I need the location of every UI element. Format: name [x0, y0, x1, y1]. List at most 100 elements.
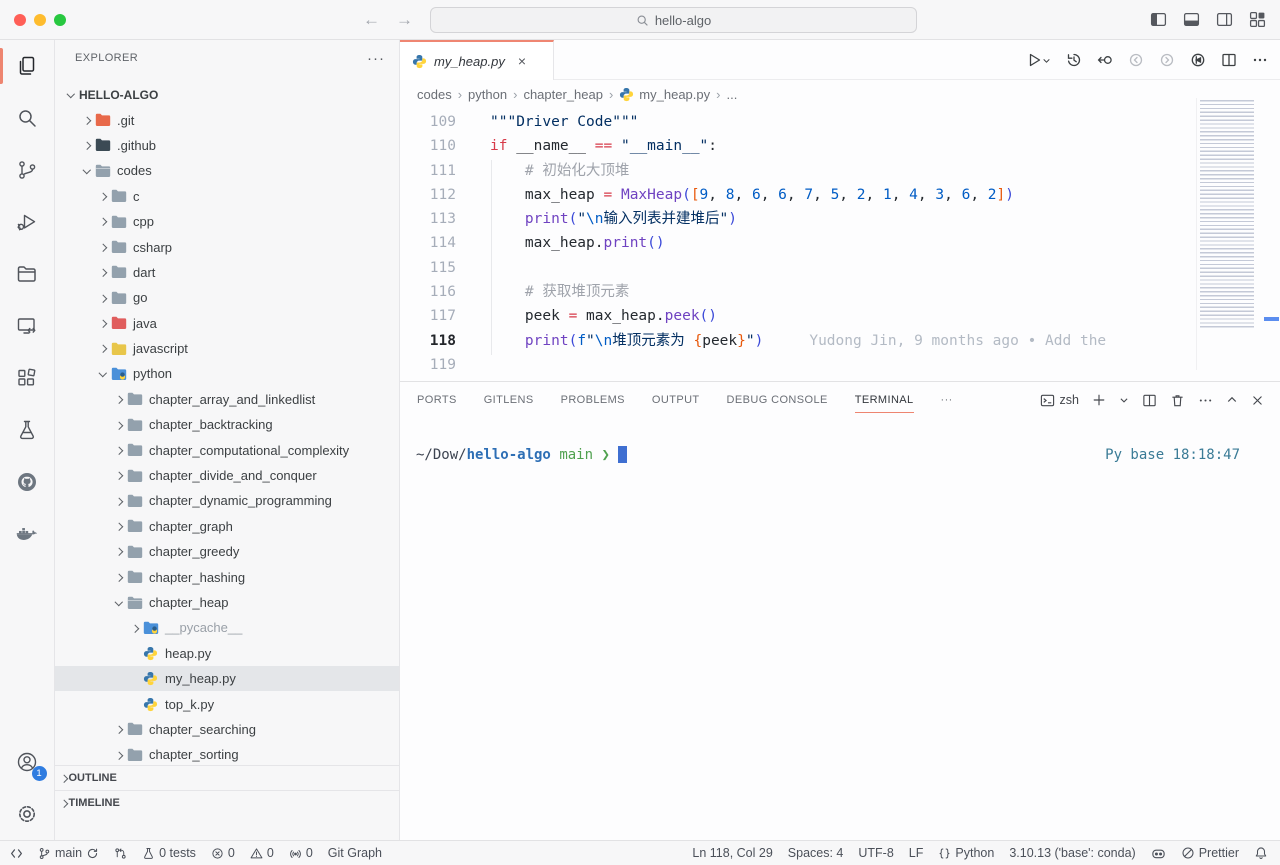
folder-row--github[interactable]: .github [55, 133, 399, 158]
folder-row-chapter-computational-complexity[interactable]: chapter_computational_complexity [55, 437, 399, 462]
testing-icon[interactable] [0, 404, 55, 456]
status-problems-warnings[interactable]: 0 [250, 841, 274, 865]
close-tab-icon[interactable]: × [518, 53, 526, 69]
folder-row-chapter-hashing[interactable]: chapter_hashing [55, 564, 399, 589]
status-copilot[interactable] [1151, 841, 1166, 865]
panel-more-actions-icon[interactable] [1198, 393, 1213, 408]
section-outline[interactable]: OUTLINE [55, 765, 399, 790]
tab-my-heap-py[interactable]: my_heap.py × [400, 40, 554, 80]
folder-row-c[interactable]: c [55, 184, 399, 209]
folder-row-python[interactable]: python [55, 361, 399, 386]
maximize-window-button[interactable] [54, 14, 66, 26]
editor-more-actions-icon[interactable] [1252, 52, 1268, 68]
panel-tab-debug-console[interactable]: DEBUG CONSOLE [727, 382, 828, 418]
command-center-search[interactable]: hello-algo [430, 7, 917, 33]
extensions-icon[interactable] [0, 352, 55, 404]
minimap[interactable] [1196, 98, 1262, 370]
folder-row-chapter-dynamic-programming[interactable]: chapter_dynamic_programming [55, 488, 399, 513]
run-interactive-icon[interactable] [1190, 52, 1206, 68]
run-and-debug-icon[interactable] [0, 196, 55, 248]
timeline-history-icon[interactable] [1066, 52, 1082, 68]
status-encoding[interactable]: UTF-8 [858, 841, 893, 865]
folder-row-chapter-array-and-linkedlist[interactable]: chapter_array_and_linkedlist [55, 387, 399, 412]
status-git-graph[interactable]: Git Graph [328, 841, 382, 865]
folder-row-chapter-searching[interactable]: chapter_searching [55, 717, 399, 742]
status-problems-errors[interactable]: 0 [211, 841, 235, 865]
maximize-panel-icon[interactable] [1226, 394, 1238, 406]
minimize-window-button[interactable] [34, 14, 46, 26]
file-row-heap-py[interactable]: heap.py [55, 641, 399, 666]
accounts-icon[interactable]: 1 [0, 736, 55, 788]
breadcrumb-item[interactable]: python [468, 87, 507, 102]
split-terminal-icon[interactable] [1142, 393, 1157, 408]
folder-row-cpp[interactable]: cpp [55, 209, 399, 234]
folder-row-hello-algo[interactable]: HELLO-ALGO [55, 82, 399, 107]
panel-tab-output[interactable]: OUTPUT [652, 382, 700, 418]
toggle-secondary-sidebar-icon[interactable] [1215, 11, 1233, 29]
breadcrumb-item[interactable]: my_heap.py [619, 87, 710, 102]
terminal-shell-label[interactable]: zsh [1040, 393, 1079, 408]
status-python-interpreter[interactable]: 3.10.13 ('base': conda) [1009, 841, 1135, 865]
folder-row-go[interactable]: go [55, 285, 399, 310]
run-python-file-icon[interactable] [1026, 52, 1051, 68]
window-controls[interactable] [14, 14, 66, 26]
split-editor-icon[interactable] [1221, 52, 1237, 68]
file-row-my-heap-py[interactable]: my_heap.py [55, 666, 399, 691]
previous-change-icon[interactable] [1128, 52, 1144, 68]
panel-more-tabs-icon[interactable]: ··· [941, 382, 953, 418]
docker-icon[interactable] [0, 508, 55, 560]
folder-row-java[interactable]: java [55, 311, 399, 336]
breadcrumb-item[interactable]: codes [417, 87, 452, 102]
terminal[interactable]: ~/Dow/hello-algo main ❯ Py base 18:18:47 [400, 418, 1280, 465]
status-eol[interactable]: LF [909, 841, 924, 865]
folder-row-csharp[interactable]: csharp [55, 234, 399, 259]
folder-row-chapter-graph[interactable]: chapter_graph [55, 514, 399, 539]
status-git-branch[interactable]: main [38, 841, 99, 865]
explorer-icon[interactable] [0, 40, 55, 92]
status-language-mode[interactable]: Python [938, 841, 994, 865]
search-icon[interactable] [0, 92, 55, 144]
kill-terminal-icon[interactable] [1170, 393, 1185, 408]
section-timeline[interactable]: TIMELINE [55, 790, 399, 815]
status-gitlens-compare[interactable] [114, 841, 127, 865]
status-cursor-position[interactable]: Ln 118, Col 29 [692, 841, 772, 865]
next-change-icon[interactable] [1159, 52, 1175, 68]
toggle-panel-icon[interactable] [1182, 11, 1200, 29]
folder-row-chapter-heap[interactable]: chapter_heap [55, 590, 399, 615]
panel-tab-gitlens[interactable]: GITLENS [484, 382, 534, 418]
explorer-more-actions-icon[interactable]: ··· [367, 50, 385, 67]
status-indentation[interactable]: Spaces: 4 [788, 841, 844, 865]
open-changes-icon[interactable] [1097, 52, 1113, 68]
folder-row-chapter-backtracking[interactable]: chapter_backtracking [55, 412, 399, 437]
project-manager-icon[interactable] [0, 248, 55, 300]
toggle-primary-sidebar-icon[interactable] [1149, 11, 1167, 29]
terminal-dropdown-icon[interactable] [1119, 395, 1129, 405]
remote-explorer-icon[interactable] [0, 300, 55, 352]
source-control-icon[interactable] [0, 144, 55, 196]
go-forward-button[interactable]: → [396, 10, 413, 30]
panel-tab-ports[interactable]: PORTS [417, 382, 457, 418]
folder-row-chapter-greedy[interactable]: chapter_greedy [55, 539, 399, 564]
folder-row-javascript[interactable]: javascript [55, 336, 399, 361]
status-tests[interactable]: 0 tests [142, 841, 196, 865]
customize-layout-icon[interactable] [1248, 11, 1266, 29]
new-terminal-icon[interactable] [1092, 393, 1106, 407]
panel-tab-problems[interactable]: PROBLEMS [561, 382, 625, 418]
folder-row--git[interactable]: .git [55, 107, 399, 132]
folder-row-dart[interactable]: dart [55, 260, 399, 285]
status-prettier[interactable]: Prettier [1181, 841, 1239, 865]
go-back-button[interactable]: ← [363, 10, 380, 30]
folder-row-codes[interactable]: codes [55, 158, 399, 183]
close-panel-icon[interactable] [1251, 394, 1264, 407]
status-forwarded-ports[interactable]: 0 [289, 841, 313, 865]
folder-row-chapter-divide-and-conquer[interactable]: chapter_divide_and_conquer [55, 463, 399, 488]
breadcrumb-item[interactable]: ... [726, 87, 737, 102]
code-editor[interactable]: 109110111112113114115116117118119 """Dri… [400, 108, 1280, 381]
settings-icon[interactable] [0, 788, 55, 840]
breadcrumb-item[interactable]: chapter_heap [523, 87, 603, 102]
folder-row-chapter-sorting[interactable]: chapter_sorting [55, 742, 399, 767]
status-notifications[interactable] [1254, 841, 1268, 865]
panel-tab-terminal[interactable]: TERMINAL [855, 382, 914, 418]
close-window-button[interactable] [14, 14, 26, 26]
status-remote-indicator[interactable] [10, 841, 23, 865]
